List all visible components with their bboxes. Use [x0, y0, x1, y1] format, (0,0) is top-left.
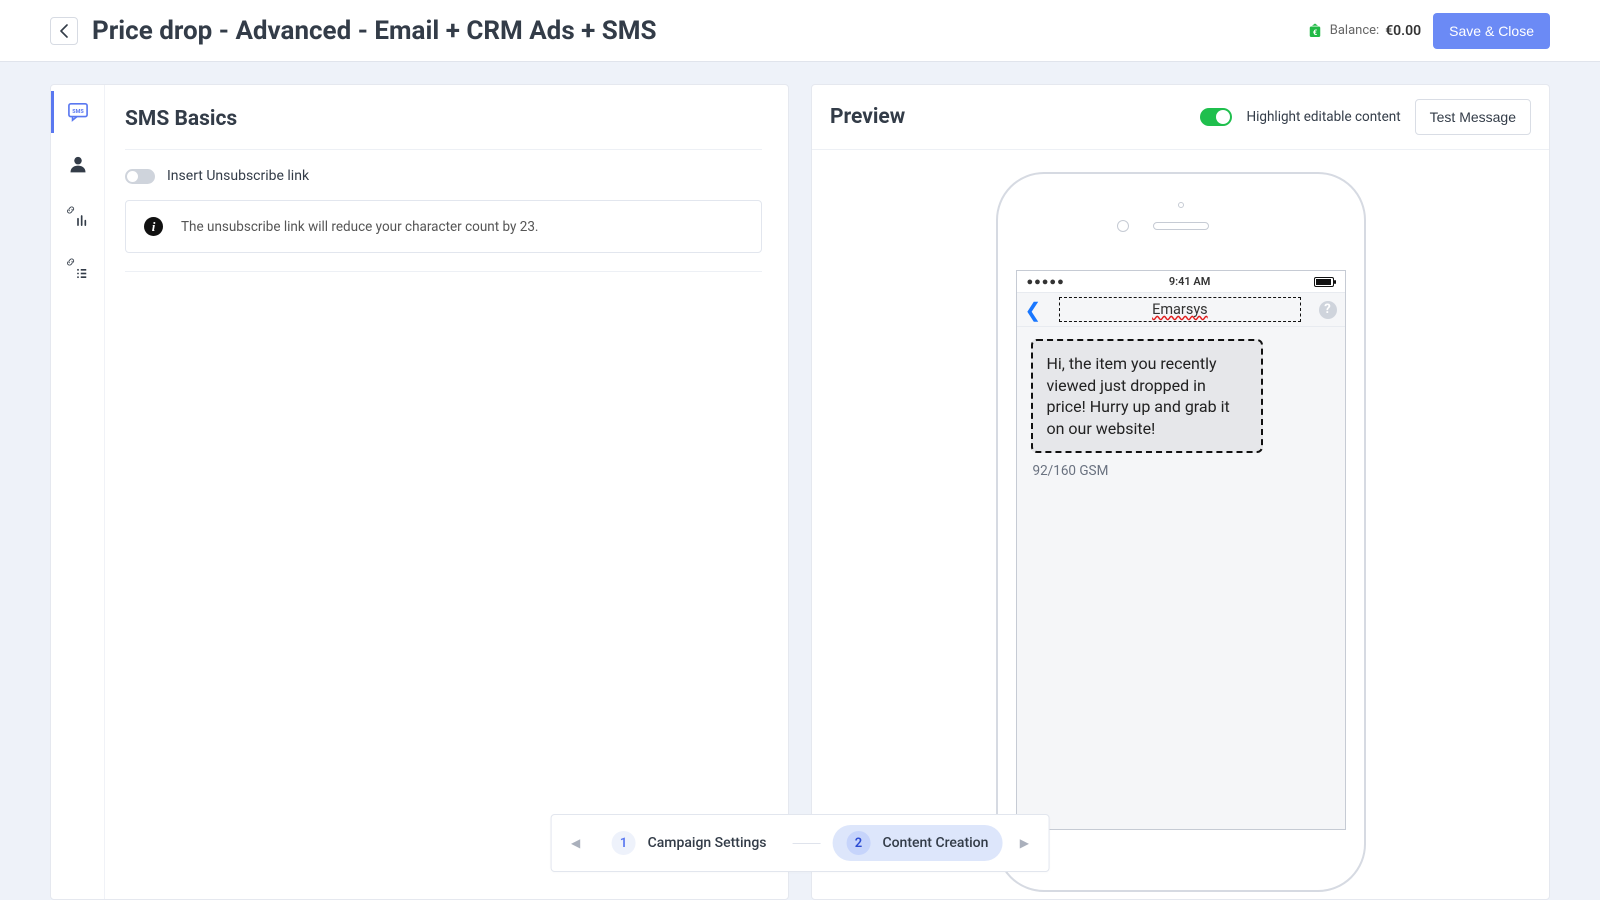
phone-nav-bar: ❮ Emarsys ?	[1017, 293, 1345, 327]
character-count: 92/160 GSM	[1031, 463, 1331, 479]
page-title: Price drop - Advanced - Email + CRM Ads …	[92, 16, 657, 46]
help-icon[interactable]: ?	[1319, 301, 1337, 319]
wizard-stepper: ◀ 1 Campaign Settings 2 Content Creation…	[551, 814, 1050, 872]
info-icon: i	[144, 217, 163, 236]
step-campaign-settings[interactable]: 1 Campaign Settings	[598, 825, 781, 861]
balance-icon: €	[1306, 22, 1324, 40]
unsubscribe-toggle[interactable]	[125, 169, 155, 184]
nav-sms-basics[interactable]: SMS	[65, 99, 91, 125]
highlight-toggle-label: Highlight editable content	[1246, 109, 1400, 125]
preview-panel: Preview Highlight editable content Test …	[811, 84, 1550, 900]
balance-display: € Balance: €0.00	[1306, 22, 1421, 40]
signal-icon: ●●●●●	[1027, 275, 1065, 288]
link-list-icon	[67, 257, 89, 279]
message-body-input[interactable]: Hi, the item you recently viewed just dr…	[1031, 339, 1263, 453]
phone-status-bar: ●●●●● 9:41 AM	[1017, 271, 1345, 293]
svg-text:€: €	[1313, 27, 1317, 36]
phone-mockup: ●●●●● 9:41 AM ❮ Emarsys ? Hi, the item y…	[996, 172, 1366, 892]
phone-time: 9:41 AM	[1169, 275, 1211, 288]
battery-icon	[1314, 277, 1334, 287]
step-number: 2	[846, 831, 870, 855]
test-message-button[interactable]: Test Message	[1415, 99, 1531, 135]
link-chart-icon	[67, 205, 89, 227]
side-nav: SMS	[51, 85, 105, 899]
unsubscribe-toggle-label: Insert Unsubscribe link	[167, 168, 309, 184]
save-close-button[interactable]: Save & Close	[1433, 13, 1550, 49]
info-text: The unsubscribe link will reduce your ch…	[181, 219, 538, 235]
settings-panel: SMS SMS Basics Insert Unsubscribe link i	[50, 84, 789, 900]
svg-text:SMS: SMS	[72, 109, 84, 115]
stepper-next[interactable]: ▶	[1014, 836, 1034, 850]
phone-screen: ●●●●● 9:41 AM ❮ Emarsys ? Hi, the item y…	[1016, 270, 1346, 830]
person-icon	[68, 154, 88, 174]
sender-name-input[interactable]: Emarsys	[1059, 297, 1300, 322]
balance-value: €0.00	[1385, 23, 1421, 39]
phone-camera-icon	[1178, 202, 1184, 208]
nav-link-list[interactable]	[65, 255, 91, 281]
info-callout: i The unsubscribe link will reduce your …	[125, 200, 762, 253]
chevron-left-icon	[60, 24, 68, 38]
balance-label: Balance:	[1330, 23, 1379, 38]
back-button[interactable]	[50, 17, 78, 45]
sms-icon: SMS	[67, 102, 89, 122]
nav-recipient[interactable]	[65, 151, 91, 177]
step-label: Content Creation	[882, 835, 988, 851]
step-connector	[792, 843, 820, 844]
nav-tracking[interactable]	[65, 203, 91, 229]
preview-title: Preview	[830, 105, 905, 129]
step-number: 1	[612, 831, 636, 855]
top-bar: Price drop - Advanced - Email + CRM Ads …	[0, 0, 1600, 62]
stepper-prev[interactable]: ◀	[566, 836, 586, 850]
phone-back-icon[interactable]: ❮	[1025, 300, 1042, 320]
step-label: Campaign Settings	[648, 835, 767, 851]
section-title: SMS Basics	[125, 101, 762, 149]
phone-sensor-icon	[1117, 220, 1129, 232]
highlight-toggle[interactable]	[1200, 108, 1232, 126]
step-content-creation[interactable]: 2 Content Creation	[832, 825, 1002, 861]
phone-speaker-icon	[1153, 222, 1209, 230]
